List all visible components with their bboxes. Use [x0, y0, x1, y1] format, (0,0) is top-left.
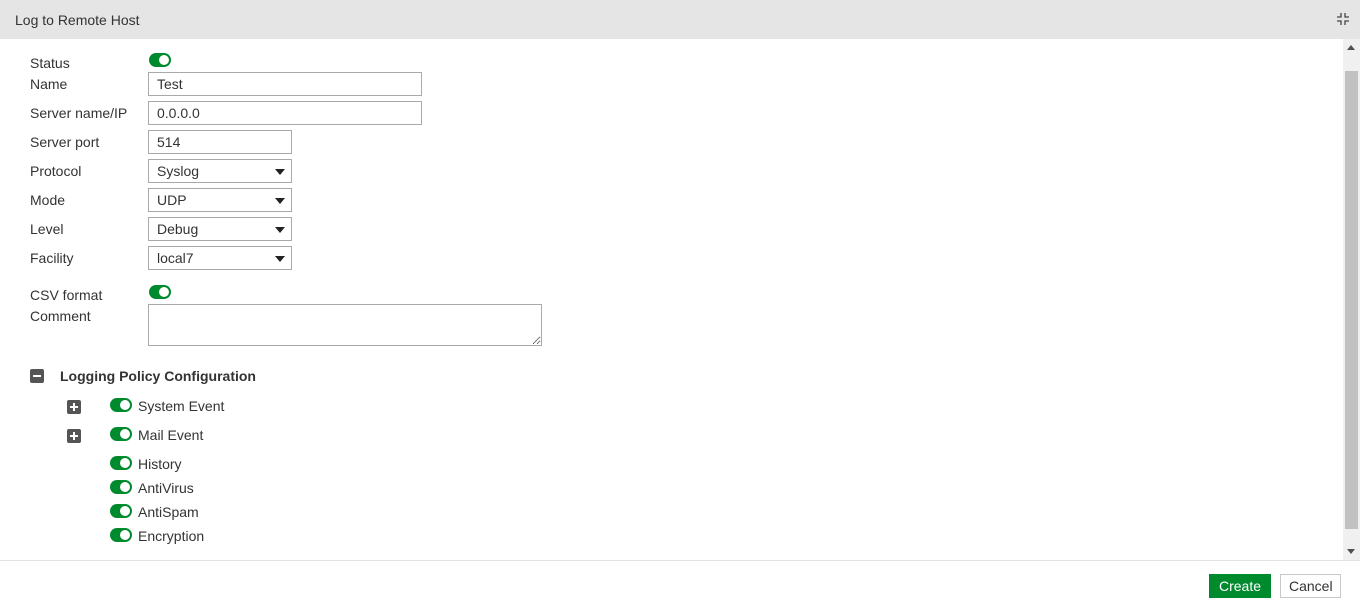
comment-textarea[interactable] — [148, 304, 542, 346]
policy-label: Mail Event — [138, 427, 204, 443]
facility-label: Facility — [30, 250, 74, 266]
server-label: Server name/IP — [30, 105, 128, 121]
server-input[interactable] — [148, 101, 422, 125]
facility-select[interactable]: local7 — [148, 246, 292, 270]
mode-select[interactable]: UDP — [148, 188, 292, 212]
policy-label: System Event — [138, 398, 225, 414]
system-event-toggle[interactable] — [110, 398, 132, 412]
dialog-content: Status Name Server name/IP Server port P… — [0, 39, 1343, 560]
chevron-down-icon — [275, 227, 285, 233]
vertical-scrollbar[interactable] — [1343, 39, 1360, 560]
protocol-select[interactable]: Syslog — [148, 159, 292, 183]
cancel-button[interactable]: Cancel — [1280, 574, 1341, 598]
antispam-toggle[interactable] — [110, 504, 132, 518]
facility-value: local7 — [157, 250, 194, 266]
name-input[interactable] — [148, 72, 422, 96]
expand-icon[interactable] — [67, 400, 81, 414]
protocol-label: Protocol — [30, 163, 82, 179]
status-toggle[interactable] — [149, 53, 171, 67]
mail-event-toggle[interactable] — [110, 427, 132, 441]
mode-label: Mode — [30, 192, 66, 208]
policy-label: AntiSpam — [138, 504, 199, 520]
protocol-value: Syslog — [157, 163, 200, 179]
scroll-thumb[interactable] — [1345, 71, 1358, 529]
port-label: Server port — [30, 134, 100, 150]
dialog-footer: Create Cancel — [0, 560, 1360, 611]
antivirus-toggle[interactable] — [110, 480, 132, 494]
history-toggle[interactable] — [110, 456, 132, 470]
level-select[interactable]: Debug — [148, 217, 292, 241]
level-label: Level — [30, 221, 64, 237]
dialog-title: Log to Remote Host — [15, 11, 140, 28]
collapse-icon[interactable] — [1336, 12, 1350, 26]
encryption-toggle[interactable] — [110, 528, 132, 542]
create-button[interactable]: Create — [1209, 574, 1271, 598]
chevron-down-icon — [275, 198, 285, 204]
policy-label: Encryption — [138, 528, 205, 544]
port-input[interactable] — [148, 130, 292, 154]
level-value: Debug — [157, 221, 199, 237]
csv-label: CSV format — [30, 287, 103, 303]
scroll-down-arrow-icon[interactable] — [1347, 549, 1355, 554]
scroll-up-arrow-icon[interactable] — [1347, 45, 1355, 50]
csv-toggle[interactable] — [149, 285, 171, 299]
chevron-down-icon — [275, 256, 285, 262]
name-label: Name — [30, 76, 68, 92]
section-title: Logging Policy Configuration — [60, 368, 256, 384]
collapse-section-icon[interactable] — [30, 369, 44, 383]
policy-label: History — [138, 456, 182, 472]
status-label: Status — [30, 55, 70, 71]
expand-icon[interactable] — [67, 429, 81, 443]
dialog-header: Log to Remote Host — [0, 0, 1360, 39]
mode-value: UDP — [157, 192, 187, 208]
chevron-down-icon — [275, 169, 285, 175]
comment-label: Comment — [30, 308, 91, 324]
policy-label: AntiVirus — [138, 480, 194, 496]
